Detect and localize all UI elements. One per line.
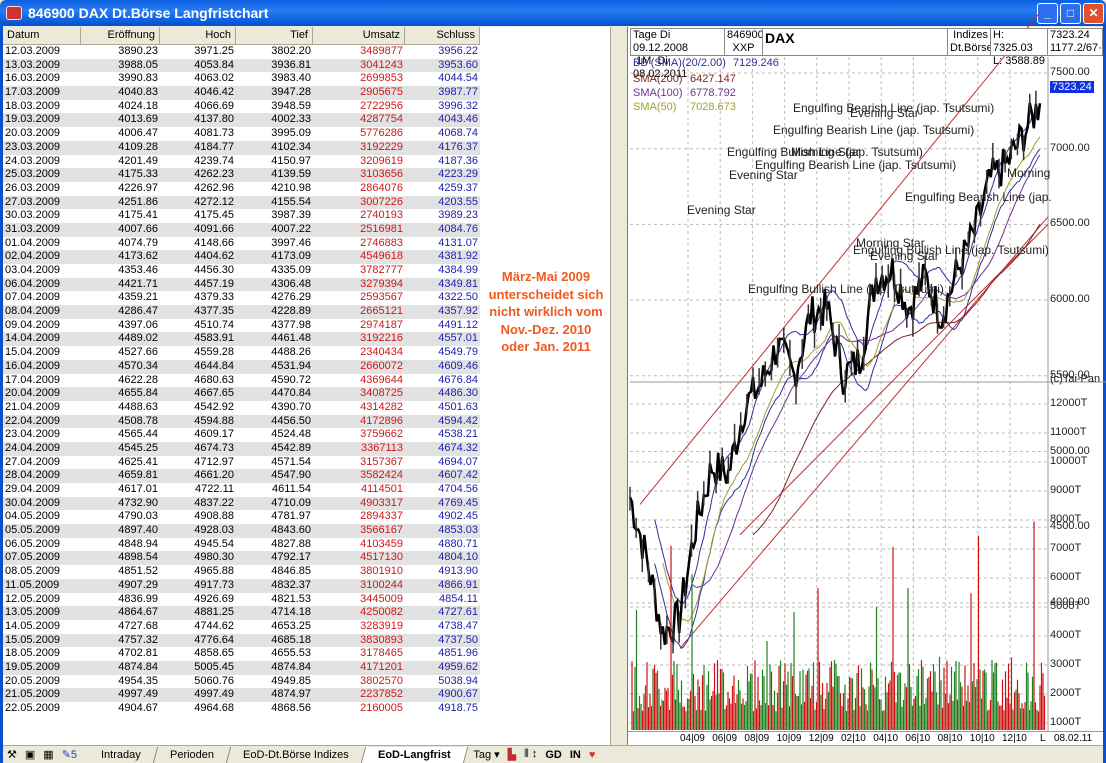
tab-label: EoD-Dt.Börse Indizes [242,748,349,761]
time-tick: 04|10 [873,733,899,744]
exchange-code: XXP [732,42,755,54]
legend-name: BB (SMA)(20/2.00) [633,57,726,69]
candle-icon[interactable]: ⫴ ↕ [524,748,537,761]
pattern-label: Evening Star [729,168,798,182]
pattern-label: Evening Star [687,203,756,217]
last-box: 7323.24 1177.2/67· [1047,28,1103,56]
tab-label: Intraday [101,748,141,761]
market: Dt.Börse [950,42,993,54]
symbol-box: 846900 XXP [724,28,764,56]
volume-tick: 7000T [1050,542,1082,554]
volume-tick: 6000T [1050,571,1082,583]
pattern-label: Evening Star [850,106,919,120]
legend-value: 7028.673 [690,101,736,113]
chart-type-icon[interactable]: ▙ [508,748,516,761]
tab-eod-langfrist[interactable]: EoD-Langfrist [361,746,468,763]
legend-name: SMA(50) [633,101,677,113]
date-range-box[interactable]: Tage Di 09.12.2008 1M Di 08.02.2011 [630,28,725,80]
tab-eod-indizes[interactable]: EoD-Dt.Börse Indizes [226,746,366,763]
time-tick: 02|10 [841,733,866,744]
low-value: L: 3588.89 [993,55,1045,67]
pattern-label: Engulfing Bearish Line (jap. [905,190,1052,204]
volume-tick: 3000T [1050,658,1082,670]
tab-intraday[interactable]: Intraday [84,746,158,763]
tool-count: 5 [70,749,78,761]
bb-upper-line [654,105,1041,605]
period-select[interactable]: Tag ▾ [473,748,499,761]
in-button[interactable]: IN [570,749,581,761]
volume-tick: 9000T [1050,484,1082,496]
pattern-label: Morning Star [791,145,860,159]
tab-perioden[interactable]: Perioden [153,746,231,763]
wkn: 846900 [727,29,764,41]
time-tick: 12|09 [808,733,834,744]
current-price-marker: 7323.24 [1050,81,1094,93]
legend-value: 6427.147 [690,73,736,85]
axis-mode[interactable]: L [1040,733,1046,744]
pattern-label: Engulfing Bullish Line (jap. Tsutsumi) [748,282,944,296]
legend-name: SMA(200) [633,73,683,85]
time-tick: 06|09 [712,733,738,744]
copyright-label: (c)Tai-Pan [1050,373,1101,385]
time-axis[interactable]: 04|09 06|09 08|09 10|09 12|09 02|10 04|10 06|10… [628,731,1103,745]
time-tick: 10|10 [969,733,995,744]
high-value: H: 7325.03 [993,29,1033,54]
category: Indizes [953,29,988,41]
pattern-label: Evening Star [870,249,939,263]
bottom-toolbar: ⚒ ▣ ▦ ✎5 Intraday Perioden EoD-Dt.Börse … [3,745,1103,763]
time-tick: 08|10 [937,733,963,744]
tab-label: EoD-Langfrist [377,748,451,761]
tab-label: Perioden [169,748,214,761]
volume-tick: 2000T [1050,687,1082,699]
axis-end-date: 08.02.11 [1054,733,1093,744]
legend-value: 7129.246 [733,57,779,69]
category-box: Indizes Dt.Börse [947,28,993,56]
volume-tick: 10000T [1050,455,1088,467]
pattern-label: Morning [1007,166,1051,180]
legend-value: 6778.792 [690,87,736,99]
time-tick: 04|09 [680,733,705,744]
time-tick: 06|10 [905,733,931,744]
price-tick: 7000.00 [1050,141,1090,154]
pencil-icon[interactable]: ✎5 [62,748,77,761]
volume-tick: 12000T [1050,397,1088,409]
price-tick: 6500.00 [1050,217,1090,230]
last-price: 7323.24 [1050,29,1090,41]
time-tick: 12|10 [1002,733,1027,744]
volume-tick: 5000T [1050,600,1082,612]
volume-tick: 1000T [1050,716,1082,728]
save-icon[interactable]: ▣ [25,748,35,761]
legend-name: SMA(100) [633,87,683,99]
hammer-icon[interactable]: ⚒ [7,748,17,761]
sma100-line [691,154,1041,588]
extra-value: 1177.2/67· [1050,42,1102,54]
price-tick: 6000.00 [1050,293,1090,306]
pattern-label: Engulfing Bearish Line (jap. Tsutsumi) [773,123,975,137]
instrument-name: DAX [762,28,948,56]
volume-tick: 4000T [1050,629,1082,641]
price-tick: 7500.00 [1050,66,1090,78]
gd-button[interactable]: GD [545,749,562,761]
calculator-icon[interactable]: ▦ [43,748,53,761]
volume-tick: 8000T [1050,513,1082,525]
time-tick: 08|09 [744,733,770,744]
time-tick: 10|09 [776,733,802,744]
period-label: Tage [633,29,657,41]
heart-icon[interactable]: ♥ [589,749,596,761]
high-low-box: H: 7325.03 L: 3588.89 [990,28,1048,67]
volume-tick: 11000T [1050,426,1087,438]
